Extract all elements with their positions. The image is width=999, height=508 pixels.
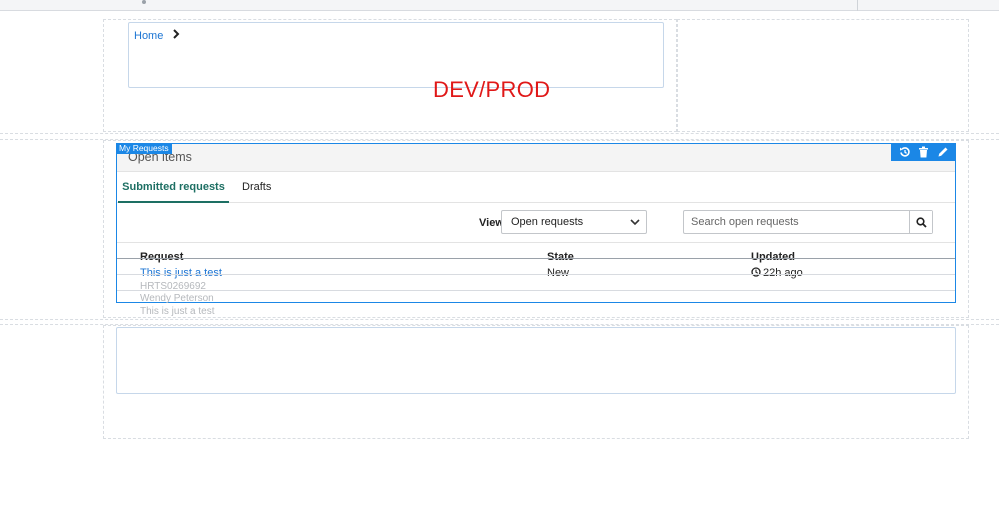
widget-tag: My Requests xyxy=(116,143,172,154)
request-state: New xyxy=(547,267,570,279)
table-divider xyxy=(117,242,955,243)
breadcrumb: Home xyxy=(128,22,664,88)
chevron-right-icon xyxy=(173,29,180,39)
empty-widget xyxy=(116,327,956,394)
my-requests-widget: Open items Submitted requests Drafts Vie… xyxy=(116,143,956,303)
pencil-icon[interactable] xyxy=(936,145,950,159)
tab-submitted-requests[interactable]: Submitted requests xyxy=(118,173,229,203)
search-icon xyxy=(915,216,927,228)
layout-column-right xyxy=(677,19,969,132)
table-header-rule xyxy=(117,258,955,259)
layout-divider xyxy=(0,133,999,134)
widget-header: Open items xyxy=(117,144,955,172)
toolbar-divider xyxy=(857,0,858,11)
request-link[interactable]: This is just a test xyxy=(140,267,222,279)
column-header-state: State xyxy=(547,251,574,263)
request-description: This is just a test xyxy=(140,306,215,317)
request-updated: 22h ago xyxy=(751,267,803,279)
widget-toolbar xyxy=(891,143,956,161)
table-row-rule xyxy=(117,274,955,275)
toolbar-glyph-icon xyxy=(142,0,146,4)
chevron-down-icon xyxy=(630,219,640,226)
column-header-updated: Updated xyxy=(751,251,795,263)
view-select-value: Open requests xyxy=(511,216,584,228)
clock-icon xyxy=(751,267,761,277)
search-box xyxy=(683,210,933,234)
table-row-rule xyxy=(117,290,955,291)
view-select[interactable]: Open requests xyxy=(501,210,647,234)
tab-drafts[interactable]: Drafts xyxy=(242,173,271,203)
request-requester: Wendy Peterson xyxy=(140,293,214,304)
column-header-request: Request xyxy=(140,251,184,263)
history-icon[interactable] xyxy=(898,145,912,159)
request-updated-text: 22h ago xyxy=(763,267,803,279)
environment-label: DEV/PROD xyxy=(433,77,551,102)
trash-icon[interactable] xyxy=(917,145,931,159)
top-toolbar xyxy=(0,0,999,11)
search-input[interactable] xyxy=(684,211,910,233)
request-tabs: Submitted requests Drafts xyxy=(117,173,955,203)
layout-divider xyxy=(0,319,999,320)
breadcrumb-home-link[interactable]: Home xyxy=(134,30,163,42)
search-button[interactable] xyxy=(909,211,932,233)
